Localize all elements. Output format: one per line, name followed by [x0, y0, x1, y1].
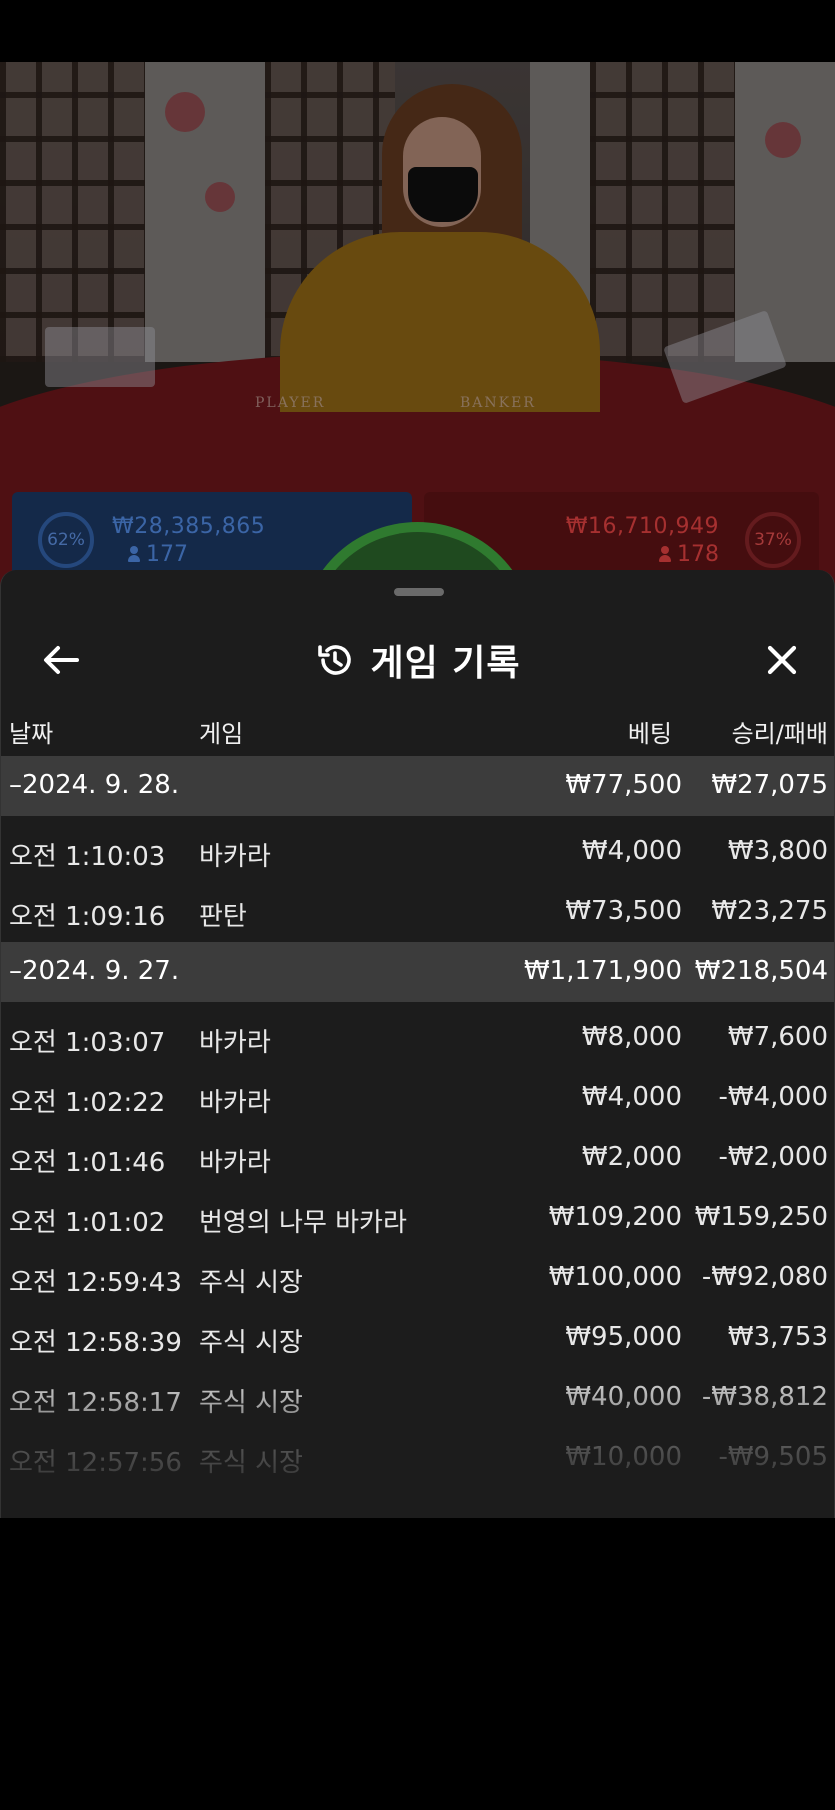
- row-time: 오전 12:58:39: [9, 1328, 182, 1358]
- date-group-header[interactable]: –2024. 9. 28. ₩77,500 ₩27,075: [1, 756, 834, 816]
- drag-handle[interactable]: [394, 588, 444, 596]
- row-game: 바카라: [199, 1088, 271, 1118]
- column-date: 날짜: [9, 720, 54, 748]
- date-group-header[interactable]: –2024. 9. 27. ₩1,171,900 ₩218,504: [1, 942, 834, 1002]
- table-row[interactable]: 오전 1:01:02 번영의 나무 바카라 ₩109,200 ₩159,250: [1, 1188, 834, 1248]
- row-bet: ₩40,000: [565, 1382, 682, 1412]
- table-row[interactable]: 오전 12:59:43 주식 시장 ₩100,000 -₩92,080: [1, 1248, 834, 1308]
- sheet-title-group: 게임 기록: [1, 634, 834, 686]
- row-win-loss: ₩23,275: [711, 896, 828, 926]
- group-bet-total: ₩1,171,900: [523, 956, 682, 986]
- row-bet: ₩73,500: [565, 896, 682, 926]
- row-bet: ₩2,000: [581, 1142, 682, 1172]
- row-time: 오전 1:03:07: [9, 1028, 166, 1058]
- table-row[interactable]: 오전 12:58:17 주식 시장 ₩40,000 -₩38,812: [1, 1368, 834, 1428]
- row-time: 오전 1:10:03: [9, 842, 166, 872]
- row-bet: ₩8,000: [581, 1022, 682, 1052]
- row-win-loss: -₩2,000: [718, 1142, 828, 1172]
- row-game: 주식 시장: [199, 1268, 303, 1298]
- row-bet: ₩100,000: [548, 1262, 682, 1292]
- row-game: 주식 시장: [199, 1448, 303, 1478]
- row-time: 오전 1:01:46: [9, 1148, 166, 1178]
- row-time: 오전 1:02:22: [9, 1088, 166, 1118]
- row-time: 오전 12:58:17: [9, 1388, 182, 1418]
- row-time: 오전 12:57:56: [9, 1448, 182, 1478]
- history-icon: [318, 645, 352, 675]
- bottom-letterbox: [0, 1518, 835, 1810]
- close-button[interactable]: [758, 636, 806, 684]
- table-row[interactable]: 오전 12:58:39 주식 시장 ₩95,000 ₩3,753: [1, 1308, 834, 1368]
- table-row[interactable]: 오전 1:09:16 판탄 ₩73,500 ₩23,275: [1, 882, 834, 942]
- row-win-loss: ₩159,250: [694, 1202, 828, 1232]
- table-row[interactable]: 오전 1:02:22 바카라 ₩4,000 -₩4,000: [1, 1068, 834, 1128]
- row-win-loss: ₩3,800: [727, 836, 828, 866]
- history-list: –2024. 9. 28. ₩77,500 ₩27,075 오전 1:10:03…: [1, 756, 834, 1488]
- group-win-total: ₩218,504: [694, 956, 828, 986]
- row-game: 주식 시장: [199, 1328, 303, 1358]
- table-row[interactable]: 오전 1:03:07 바카라 ₩8,000 ₩7,600: [1, 1008, 834, 1068]
- row-win-loss: -₩92,080: [701, 1262, 828, 1292]
- row-game: 바카라: [199, 1148, 271, 1178]
- table-row[interactable]: 오전 12:57:56 주식 시장 ₩10,000 -₩9,505: [1, 1428, 834, 1488]
- row-time: 오전 1:01:02: [9, 1208, 166, 1238]
- close-icon: [767, 645, 797, 675]
- group-bet-total: ₩77,500: [565, 770, 682, 800]
- page-title: 게임 기록: [370, 643, 521, 684]
- row-bet: ₩10,000: [565, 1442, 682, 1472]
- row-game: 번영의 나무 바카라: [199, 1208, 407, 1238]
- group-win-total: ₩27,075: [711, 770, 828, 800]
- row-win-loss: -₩4,000: [718, 1082, 828, 1112]
- column-game: 게임: [199, 720, 244, 748]
- row-bet: ₩95,000: [565, 1322, 682, 1352]
- column-win-loss: 승리/패배: [731, 720, 828, 748]
- row-win-loss: ₩3,753: [727, 1322, 828, 1352]
- group-date: –2024. 9. 28.: [9, 770, 180, 800]
- group-date: –2024. 9. 27.: [9, 956, 180, 986]
- row-win-loss: ₩7,600: [727, 1022, 828, 1052]
- game-history-sheet: 게임 기록 날짜 게임 베팅 승리/패배 –2024. 9. 28. ₩77,5…: [0, 570, 835, 1518]
- row-win-loss: -₩9,505: [718, 1442, 828, 1472]
- sheet-header: 게임 기록: [1, 610, 834, 710]
- row-time: 오전 12:59:43: [9, 1268, 182, 1298]
- column-bet: 베팅: [627, 720, 672, 748]
- table-row[interactable]: 오전 1:01:46 바카라 ₩2,000 -₩2,000: [1, 1128, 834, 1188]
- row-win-loss: -₩38,812: [701, 1382, 828, 1412]
- row-game: 주식 시장: [199, 1388, 303, 1418]
- row-game: 바카라: [199, 842, 271, 872]
- row-game: 판탄: [199, 902, 247, 932]
- row-bet: ₩4,000: [581, 1082, 682, 1112]
- table-row[interactable]: 오전 1:10:03 바카라 ₩4,000 ₩3,800: [1, 822, 834, 882]
- row-game: 바카라: [199, 1028, 271, 1058]
- row-time: 오전 1:09:16: [9, 902, 166, 932]
- row-bet: ₩4,000: [581, 836, 682, 866]
- table-header: 날짜 게임 베팅 승리/패배: [1, 704, 834, 756]
- row-bet: ₩109,200: [548, 1202, 682, 1232]
